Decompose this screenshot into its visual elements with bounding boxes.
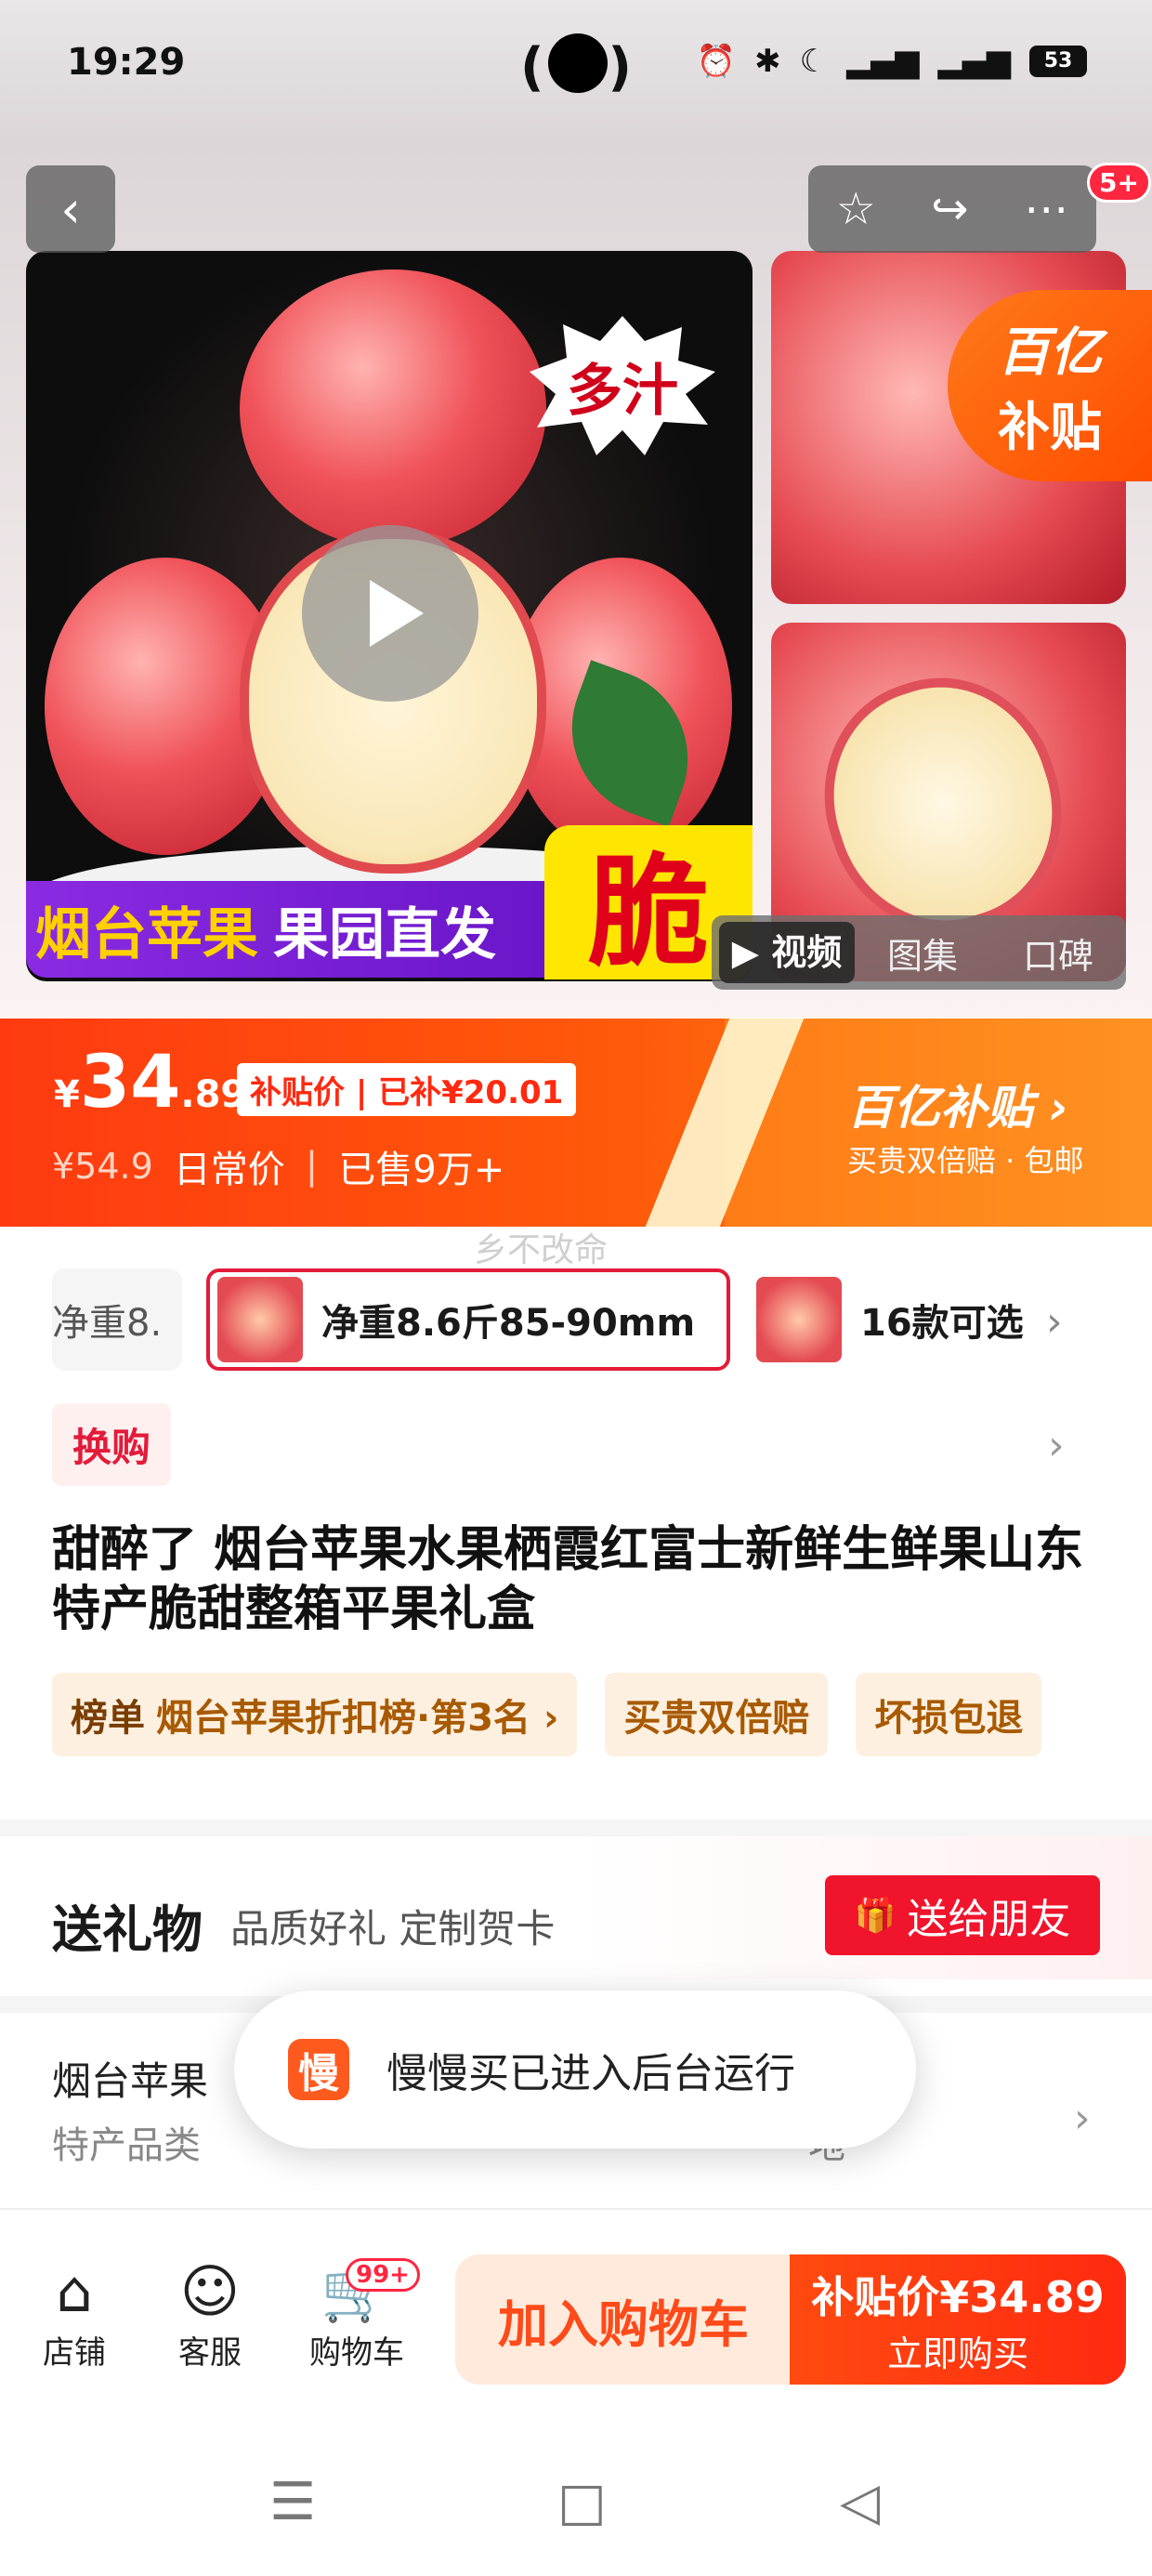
- chat-icon: ☺: [179, 2257, 241, 2325]
- tab-album[interactable]: 图集: [855, 927, 990, 979]
- bluetooth-icon: ✱: [754, 43, 781, 80]
- status-icons: ⏰ ✱ ☾ ▂▄▆ ▂▄▆ 53: [697, 43, 1087, 80]
- shop-button[interactable]: ⌂ 店铺: [19, 2256, 130, 2372]
- play-button[interactable]: [302, 525, 478, 702]
- send-gift-button[interactable]: 🎁 送给朋友: [825, 1875, 1100, 1955]
- tab-video[interactable]: ▶ 视频: [719, 922, 855, 983]
- toast-text: 慢慢买已进入后台运行: [386, 2050, 795, 2097]
- sold-count: 已售9万+: [338, 1149, 505, 1191]
- gift-title: 送礼物: [52, 1900, 203, 1959]
- buy-now-button[interactable]: 补贴价¥34.89 立即购买: [790, 2254, 1126, 2385]
- original-price: ¥54.9: [52, 1146, 153, 1187]
- menu-icon[interactable]: ☰: [269, 2472, 316, 2532]
- back-triangle-icon[interactable]: ◁: [840, 2472, 880, 2532]
- variant-more[interactable]: 16款可选: [749, 1268, 1065, 1371]
- 5g-signal-icon: ▂▄▆: [846, 43, 920, 80]
- price-guarantee-chip[interactable]: 买贵双倍赔: [605, 1673, 829, 1756]
- origin-banner: 烟台苹果 果园直发: [26, 881, 546, 978]
- variant-item[interactable]: 净重8.: [52, 1268, 182, 1371]
- swap-buy-badge[interactable]: 换购: [52, 1403, 172, 1486]
- alarm-icon: ⏰: [696, 43, 737, 80]
- battery-icon: 53: [1029, 46, 1087, 77]
- chevron-right-icon[interactable]: ›: [1048, 1422, 1065, 1469]
- bottom-action-bar: ⌂ 店铺 ☺ 客服 🛒 购物车 99+ 加入购物车 补贴价¥34.89 立即购买: [0, 2208, 1152, 2394]
- gift-icon: 🎁: [854, 1897, 897, 1935]
- gift-section: 送礼物 品质好礼 定制贺卡 🎁 送给朋友: [0, 1820, 1152, 1979]
- play-icon: [370, 580, 424, 647]
- status-time: 19:29: [67, 41, 186, 84]
- back-button[interactable]: ‹: [26, 165, 115, 253]
- customer-service-button[interactable]: ☺ 客服: [154, 2256, 266, 2372]
- price-main: ¥ 34 .89: [54, 1041, 247, 1124]
- variant-thumb: [756, 1277, 842, 1362]
- subsidy-logo[interactable]: 百亿补贴 ›: [847, 1071, 1068, 1137]
- camera-cutout: (): [520, 28, 632, 106]
- apple-half-image: [793, 648, 1093, 960]
- variant-item-selected[interactable]: 净重8.6斤85-90mm: [206, 1268, 730, 1371]
- media-tabs: ▶ 视频 图集 口碑: [712, 915, 1126, 990]
- system-navigation: ☰ □ ◁: [0, 2416, 1152, 2576]
- variant-selector: 净重8. 净重8.6斤85-90mm 16款可选 ›: [0, 1259, 1152, 1380]
- variant-thumb: [217, 1277, 303, 1362]
- param-value: 烟台苹果: [52, 2058, 209, 2104]
- 5g-signal-icon: ▂▄▆: [937, 43, 1011, 80]
- product-title: 甜醉了 烟台苹果水果栖霞红富士新鲜生鲜果山东特产脆甜整箱平果礼盒: [52, 1522, 1084, 1637]
- home-icon[interactable]: □: [557, 2472, 607, 2532]
- chevron-right-icon: ›: [1074, 2095, 1091, 2142]
- notification-badge: 5+: [1087, 163, 1151, 203]
- feature-chips: 榜单 烟台苹果折扣榜·第3名 › 买贵双倍赔 坏损包退: [52, 1673, 1042, 1756]
- cart-badge: 99+: [346, 2258, 420, 2292]
- header-actions: ☆ ↪ ⋯: [808, 165, 1096, 253]
- more-icon[interactable]: ⋯: [1024, 183, 1068, 235]
- gift-subtitle: 品质好礼 定制贺卡: [230, 1906, 556, 1952]
- subsidy-note: 买贵双倍赔 · 包邮: [847, 1143, 1084, 1178]
- price-bar: ¥ 34 .89 补贴价 | 已补¥20.01 ¥54.9 日常价 | 已售9万…: [0, 1019, 1152, 1227]
- rank-chip[interactable]: 榜单 烟台苹果折扣榜·第3名 ›: [52, 1673, 578, 1756]
- moon-icon: ☾: [799, 43, 829, 80]
- apple-image: [240, 269, 546, 548]
- background-toast: 慢 慢慢买已进入后台运行: [234, 1991, 916, 2149]
- param-label: 特产品类: [52, 2124, 201, 2167]
- star-icon[interactable]: ☆: [836, 183, 876, 235]
- app-icon: 慢: [288, 2039, 349, 2100]
- add-to-cart-button[interactable]: 加入购物车: [455, 2254, 792, 2385]
- status-bar: 19:29 () ⏰ ✱ ☾ ▂▄▆ ▂▄▆ 53: [0, 0, 1152, 139]
- original-price-label: 日常价: [173, 1149, 285, 1191]
- damage-refund-chip[interactable]: 坏损包退: [856, 1673, 1042, 1756]
- chevron-left-icon: ‹: [60, 179, 81, 239]
- store-icon: ⌂: [56, 2257, 93, 2325]
- tab-reviews[interactable]: 口碑: [990, 927, 1126, 979]
- chevron-right-icon: ›: [1046, 1298, 1063, 1346]
- banner-origin: 烟台苹果: [35, 901, 258, 967]
- share-icon[interactable]: ↪: [931, 183, 968, 235]
- subsidy-corner-badge: 百亿 补贴: [948, 290, 1152, 481]
- price-sub: ¥54.9 日常价 | 已售9万+: [52, 1139, 504, 1193]
- banner-direct: 果园直发: [273, 901, 496, 967]
- subsidy-price-tag: 补贴价 | 已补¥20.01: [237, 1063, 577, 1116]
